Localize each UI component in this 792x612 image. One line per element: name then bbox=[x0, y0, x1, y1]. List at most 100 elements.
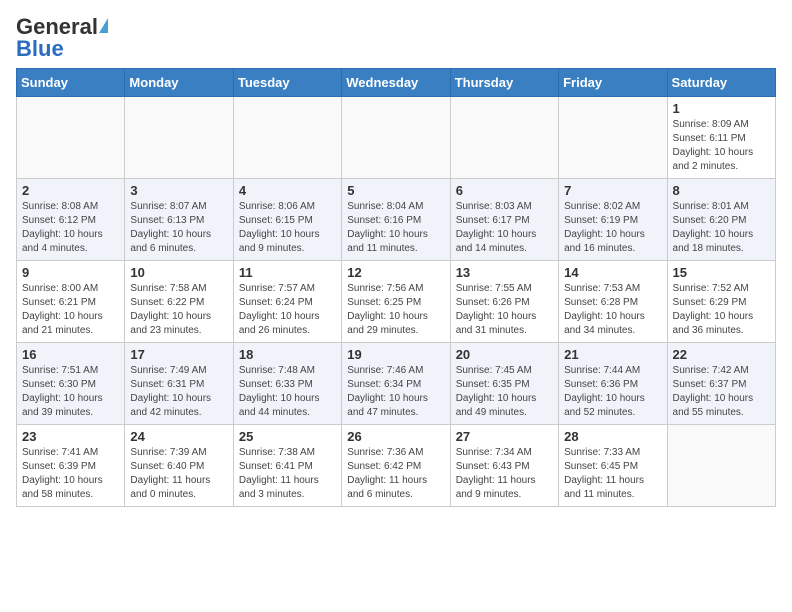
day-info: Sunrise: 7:51 AM Sunset: 6:30 PM Dayligh… bbox=[22, 364, 119, 420]
day-number: 6 bbox=[456, 183, 553, 198]
logo-general-text: General bbox=[16, 16, 98, 38]
day-number: 18 bbox=[239, 347, 336, 362]
logo: General Blue bbox=[16, 16, 108, 60]
day-number: 20 bbox=[456, 347, 553, 362]
day-number: 15 bbox=[673, 265, 770, 280]
weekday-header-saturday: Saturday bbox=[667, 69, 775, 97]
day-number: 28 bbox=[564, 429, 661, 444]
calendar-cell-w4d3: 26 Sunrise: 7:36 AM Sunset: 6:42 PM Dayli… bbox=[342, 425, 450, 507]
calendar-cell-w3d3: 19 Sunrise: 7:46 AM Sunset: 6:34 PM Dayli… bbox=[342, 343, 450, 425]
weekday-header-tuesday: Tuesday bbox=[233, 69, 341, 97]
day-info: Sunrise: 7:46 AM Sunset: 6:34 PM Dayligh… bbox=[347, 364, 444, 420]
day-number: 10 bbox=[130, 265, 227, 280]
day-info: Sunrise: 7:48 AM Sunset: 6:33 PM Dayligh… bbox=[239, 364, 336, 420]
day-number: 13 bbox=[456, 265, 553, 280]
weekday-header-friday: Friday bbox=[559, 69, 667, 97]
day-number: 8 bbox=[673, 183, 770, 198]
day-number: 4 bbox=[239, 183, 336, 198]
calendar-cell-w4d1: 24 Sunrise: 7:39 AM Sunset: 6:40 PM Dayli… bbox=[125, 425, 233, 507]
day-info: Sunrise: 7:41 AM Sunset: 6:39 PM Dayligh… bbox=[22, 446, 119, 502]
day-info: Sunrise: 8:02 AM Sunset: 6:19 PM Dayligh… bbox=[564, 200, 661, 256]
day-info: Sunrise: 8:04 AM Sunset: 6:16 PM Dayligh… bbox=[347, 200, 444, 256]
day-info: Sunrise: 7:33 AM Sunset: 6:45 PM Dayligh… bbox=[564, 446, 661, 502]
calendar-cell-w2d0: 9 Sunrise: 8:00 AM Sunset: 6:21 PM Daylig… bbox=[17, 261, 125, 343]
logo-triangle-icon bbox=[99, 18, 108, 33]
day-number: 9 bbox=[22, 265, 119, 280]
calendar-cell-w0d5 bbox=[559, 97, 667, 179]
day-info: Sunrise: 7:56 AM Sunset: 6:25 PM Dayligh… bbox=[347, 282, 444, 338]
day-info: Sunrise: 7:45 AM Sunset: 6:35 PM Dayligh… bbox=[456, 364, 553, 420]
weekday-header-monday: Monday bbox=[125, 69, 233, 97]
calendar-cell-w1d6: 8 Sunrise: 8:01 AM Sunset: 6:20 PM Daylig… bbox=[667, 179, 775, 261]
calendar-cell-w3d5: 21 Sunrise: 7:44 AM Sunset: 6:36 PM Dayli… bbox=[559, 343, 667, 425]
day-number: 17 bbox=[130, 347, 227, 362]
day-info: Sunrise: 8:01 AM Sunset: 6:20 PM Dayligh… bbox=[673, 200, 770, 256]
day-info: Sunrise: 7:44 AM Sunset: 6:36 PM Dayligh… bbox=[564, 364, 661, 420]
day-number: 25 bbox=[239, 429, 336, 444]
day-number: 19 bbox=[347, 347, 444, 362]
calendar-cell-w0d3 bbox=[342, 97, 450, 179]
day-number: 12 bbox=[347, 265, 444, 280]
day-info: Sunrise: 8:07 AM Sunset: 6:13 PM Dayligh… bbox=[130, 200, 227, 256]
calendar-cell-w3d0: 16 Sunrise: 7:51 AM Sunset: 6:30 PM Dayli… bbox=[17, 343, 125, 425]
page-header: General Blue bbox=[16, 16, 776, 60]
calendar-cell-w4d5: 28 Sunrise: 7:33 AM Sunset: 6:45 PM Dayli… bbox=[559, 425, 667, 507]
day-number: 11 bbox=[239, 265, 336, 280]
calendar-cell-w4d0: 23Sunrise: 7:41 AM Sunset: 6:39 PM Dayli… bbox=[17, 425, 125, 507]
day-info: Sunrise: 8:00 AM Sunset: 6:21 PM Dayligh… bbox=[22, 282, 119, 338]
day-info: Sunrise: 8:06 AM Sunset: 6:15 PM Dayligh… bbox=[239, 200, 336, 256]
day-number: 1 bbox=[673, 101, 770, 116]
day-info: Sunrise: 7:34 AM Sunset: 6:43 PM Dayligh… bbox=[456, 446, 553, 502]
calendar-cell-w3d2: 18 Sunrise: 7:48 AM Sunset: 6:33 PM Dayli… bbox=[233, 343, 341, 425]
calendar-cell-w0d1 bbox=[125, 97, 233, 179]
day-number: 24 bbox=[130, 429, 227, 444]
day-info: Sunrise: 8:03 AM Sunset: 6:17 PM Dayligh… bbox=[456, 200, 553, 256]
calendar-cell-w1d2: 4 Sunrise: 8:06 AM Sunset: 6:15 PM Daylig… bbox=[233, 179, 341, 261]
day-number: 21 bbox=[564, 347, 661, 362]
day-number: 14 bbox=[564, 265, 661, 280]
day-info: Sunrise: 7:55 AM Sunset: 6:26 PM Dayligh… bbox=[456, 282, 553, 338]
day-info: Sunrise: 7:49 AM Sunset: 6:31 PM Dayligh… bbox=[130, 364, 227, 420]
calendar-cell-w2d5: 14 Sunrise: 7:53 AM Sunset: 6:28 PM Dayli… bbox=[559, 261, 667, 343]
calendar-cell-w2d3: 12 Sunrise: 7:56 AM Sunset: 6:25 PM Dayli… bbox=[342, 261, 450, 343]
calendar-cell-w0d4 bbox=[450, 97, 558, 179]
day-info: Sunrise: 8:08 AM Sunset: 6:12 PM Dayligh… bbox=[22, 200, 119, 256]
day-info: Sunrise: 7:58 AM Sunset: 6:22 PM Dayligh… bbox=[130, 282, 227, 338]
day-number: 3 bbox=[130, 183, 227, 198]
calendar-cell-w2d1: 10 Sunrise: 7:58 AM Sunset: 6:22 PM Dayli… bbox=[125, 261, 233, 343]
day-info: Sunrise: 7:42 AM Sunset: 6:37 PM Dayligh… bbox=[673, 364, 770, 420]
day-info: Sunrise: 7:36 AM Sunset: 6:42 PM Dayligh… bbox=[347, 446, 444, 502]
calendar-cell-w2d6: 15 Sunrise: 7:52 AM Sunset: 6:29 PM Dayli… bbox=[667, 261, 775, 343]
weekday-header-sunday: Sunday bbox=[17, 69, 125, 97]
day-info: Sunrise: 7:39 AM Sunset: 6:40 PM Dayligh… bbox=[130, 446, 227, 502]
weekday-header-wednesday: Wednesday bbox=[342, 69, 450, 97]
calendar-cell-w3d1: 17 Sunrise: 7:49 AM Sunset: 6:31 PM Dayli… bbox=[125, 343, 233, 425]
weekday-header-thursday: Thursday bbox=[450, 69, 558, 97]
calendar-cell-w1d3: 5 Sunrise: 8:04 AM Sunset: 6:16 PM Daylig… bbox=[342, 179, 450, 261]
day-info: Sunrise: 7:53 AM Sunset: 6:28 PM Dayligh… bbox=[564, 282, 661, 338]
calendar-cell-w0d2 bbox=[233, 97, 341, 179]
calendar-cell-w3d4: 20 Sunrise: 7:45 AM Sunset: 6:35 PM Dayli… bbox=[450, 343, 558, 425]
calendar-cell-w4d4: 27 Sunrise: 7:34 AM Sunset: 6:43 PM Dayli… bbox=[450, 425, 558, 507]
logo-blue-text: Blue bbox=[16, 38, 64, 60]
calendar-cell-w2d2: 11 Sunrise: 7:57 AM Sunset: 6:24 PM Dayli… bbox=[233, 261, 341, 343]
day-number: 22 bbox=[673, 347, 770, 362]
calendar-cell-w1d0: 2 Sunrise: 8:08 AM Sunset: 6:12 PM Daylig… bbox=[17, 179, 125, 261]
calendar-cell-w0d6: 1 Sunrise: 8:09 AM Sunset: 6:11 PM Daylig… bbox=[667, 97, 775, 179]
calendar-cell-w1d4: 6 Sunrise: 8:03 AM Sunset: 6:17 PM Daylig… bbox=[450, 179, 558, 261]
day-number: 16 bbox=[22, 347, 119, 362]
day-number: 2 bbox=[22, 183, 119, 198]
day-number: 7 bbox=[564, 183, 661, 198]
calendar-table: SundayMondayTuesdayWednesdayThursdayFrid… bbox=[16, 68, 776, 507]
day-info: Sunrise: 7:57 AM Sunset: 6:24 PM Dayligh… bbox=[239, 282, 336, 338]
calendar-cell-w2d4: 13 Sunrise: 7:55 AM Sunset: 6:26 PM Dayli… bbox=[450, 261, 558, 343]
day-number: 5 bbox=[347, 183, 444, 198]
day-info: Sunrise: 7:52 AM Sunset: 6:29 PM Dayligh… bbox=[673, 282, 770, 338]
day-number: 27 bbox=[456, 429, 553, 444]
day-info: Sunrise: 8:09 AM Sunset: 6:11 PM Dayligh… bbox=[673, 118, 770, 174]
calendar-cell-w1d5: 7 Sunrise: 8:02 AM Sunset: 6:19 PM Daylig… bbox=[559, 179, 667, 261]
calendar-cell-w3d6: 22 Sunrise: 7:42 AM Sunset: 6:37 PM Dayli… bbox=[667, 343, 775, 425]
day-number: 26 bbox=[347, 429, 444, 444]
calendar-cell-w1d1: 3 Sunrise: 8:07 AM Sunset: 6:13 PM Daylig… bbox=[125, 179, 233, 261]
day-info: Sunrise: 7:38 AM Sunset: 6:41 PM Dayligh… bbox=[239, 446, 336, 502]
